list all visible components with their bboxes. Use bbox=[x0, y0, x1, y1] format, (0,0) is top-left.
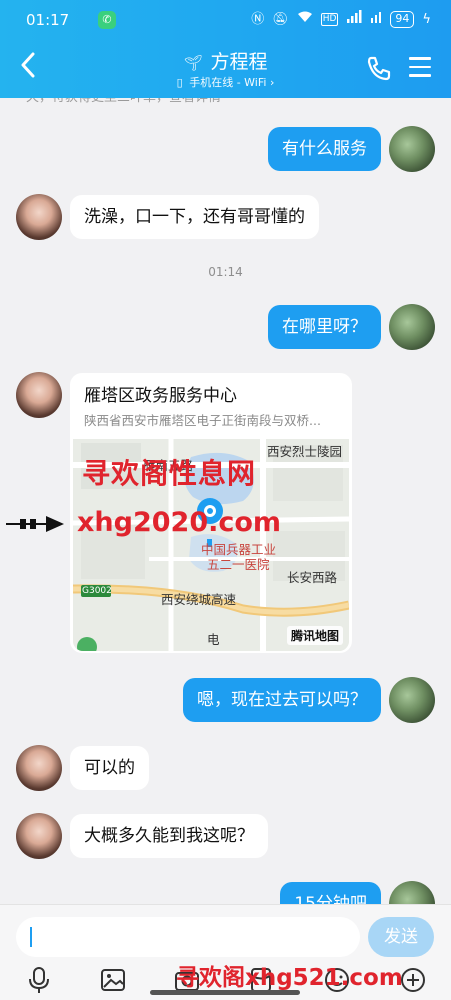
map-label: G3002 bbox=[82, 586, 112, 596]
contact-avatar[interactable] bbox=[16, 194, 62, 240]
ongoing-call-icon: ✆ bbox=[98, 11, 116, 29]
map-label: 长安西路 bbox=[287, 570, 338, 585]
watermark-text: 寻欢阁性息网 bbox=[82, 457, 257, 490]
status-icons: Ⓝ 🔕︎ HD 94 ϟ bbox=[251, 10, 431, 29]
contact-avatar[interactable] bbox=[16, 813, 62, 859]
contact-avatar[interactable] bbox=[16, 745, 62, 791]
watermark-url: xhg2020.com bbox=[77, 507, 282, 538]
online-status: 手机在线 - WiFi bbox=[189, 76, 267, 89]
message-incoming[interactable]: 可以的 bbox=[70, 746, 149, 790]
signal-5g-icon bbox=[346, 10, 362, 29]
phone-call-icon[interactable] bbox=[365, 54, 393, 82]
status-time: 01:17 bbox=[26, 11, 70, 29]
menu-icon[interactable] bbox=[409, 57, 431, 77]
message-incoming[interactable]: 洗澡，口一下，还有哥哥懂的 bbox=[70, 195, 319, 239]
signal-x-icon bbox=[370, 10, 382, 29]
mute-icon: 🔕︎ bbox=[272, 11, 289, 27]
voice-icon[interactable] bbox=[24, 965, 54, 995]
message-input[interactable] bbox=[16, 917, 360, 957]
my-avatar[interactable] bbox=[389, 126, 435, 172]
watermark-arrow-icon bbox=[6, 516, 64, 532]
watermark-url-bottom: 寻欢阁xhg521.com bbox=[176, 965, 403, 991]
text-cursor bbox=[30, 927, 32, 947]
map-label: 五二一医院 bbox=[207, 557, 270, 572]
map-label: 西安烈士陵园 bbox=[267, 444, 343, 459]
nfc-icon: Ⓝ bbox=[251, 11, 265, 27]
contact-avatar[interactable] bbox=[16, 372, 62, 418]
message-outgoing[interactable]: 在哪里呀？ bbox=[268, 305, 381, 349]
message-outgoing[interactable]: 有什么服务 bbox=[268, 127, 381, 171]
status-bar: 01:17 ✆ Ⓝ 🔕︎ HD 94 ϟ bbox=[0, 0, 451, 40]
message-outgoing[interactable]: 嗯，现在过去可以吗？ bbox=[183, 678, 381, 722]
my-avatar[interactable] bbox=[389, 304, 435, 350]
wifi-icon bbox=[297, 10, 313, 29]
contact-name: 方程程 bbox=[210, 51, 268, 73]
image-icon[interactable] bbox=[98, 965, 128, 995]
message-incoming[interactable]: 大概多久能到我这呢？ bbox=[70, 814, 268, 858]
send-button[interactable]: 发送 bbox=[368, 917, 434, 957]
chat-header: 01:17 ✆ Ⓝ 🔕︎ HD 94 ϟ 🌱︎ 方程程 ▯ 手机在线 - WiF… bbox=[0, 0, 451, 98]
battery-icon: 94 bbox=[390, 11, 415, 28]
location-address: 陕西省西安市雁塔区电子正街南段与双桥... bbox=[84, 413, 321, 428]
map-label: 西安绕城高速 bbox=[161, 592, 237, 607]
phone-online-icon: ▯ bbox=[176, 76, 183, 89]
status-chevron-icon: › bbox=[269, 76, 275, 89]
hd-icon: HD bbox=[320, 13, 339, 26]
my-avatar[interactable] bbox=[389, 677, 435, 723]
tencent-map-logo: 腾讯地图 bbox=[286, 626, 343, 645]
message-timestamp: 01:14 bbox=[208, 265, 243, 279]
sprout-icon: 🌱︎ bbox=[183, 54, 203, 72]
map-label: 电 bbox=[207, 632, 220, 647]
nav-bar: 🌱︎ 方程程 ▯ 手机在线 - WiFi › bbox=[0, 44, 451, 98]
location-title: 雁塔区政务服务中心 bbox=[84, 386, 237, 406]
charging-icon: ϟ bbox=[422, 11, 431, 27]
